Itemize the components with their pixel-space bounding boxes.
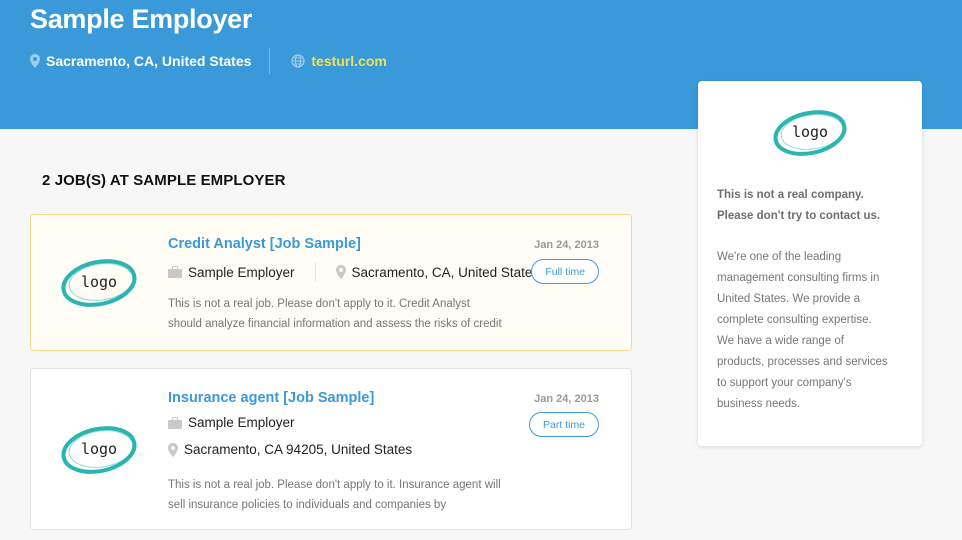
globe-icon	[291, 54, 305, 68]
job-date: Jan 24, 2013	[534, 239, 599, 251]
description-line: This is not a real job. Please don't app…	[168, 479, 501, 491]
logo-text: logo	[81, 440, 117, 458]
job-company: Sample Employer	[188, 415, 295, 430]
employer-meta: Sacramento, CA, United States testurl.co…	[30, 48, 387, 74]
disclaimer-line: This is not a real company.	[717, 189, 864, 201]
description-line: sell insurance policies to individuals a…	[168, 499, 447, 511]
briefcase-icon	[168, 266, 182, 278]
map-pin-icon	[30, 54, 40, 68]
job-description: This is not a real job. Please don't app…	[168, 294, 518, 334]
about-line: to support your company's	[717, 377, 852, 389]
description-line: should analyze financial information and…	[168, 318, 502, 330]
briefcase-icon	[168, 416, 182, 429]
job-company: Sample Employer	[188, 264, 295, 280]
map-pin-icon	[168, 442, 178, 457]
about-line: complete consulting expertise.	[717, 314, 872, 326]
job-title-link[interactable]: Credit Analyst [Job Sample]	[168, 236, 361, 252]
job-card[interactable]: logo Insurance agent [Job Sample] Jan 24…	[30, 368, 632, 530]
job-date: Jan 24, 2013	[534, 393, 599, 405]
logo-text: logo	[792, 123, 828, 141]
map-pin-icon	[335, 265, 346, 279]
job-type-badge: Full time	[531, 259, 599, 284]
job-meta: Sample Employer Sacramento, CA, United S…	[168, 262, 539, 282]
disclaimer-line: Please don't try to contact us.	[717, 210, 881, 222]
description-line: This is not a real job. Please don't app…	[168, 298, 470, 310]
meta-divider	[314, 262, 316, 282]
about-line: United States. We provide a	[717, 293, 860, 305]
about-line: management consulting firms in	[717, 272, 880, 284]
job-description: This is not a real job. Please don't app…	[168, 475, 518, 515]
meta-divider	[269, 48, 271, 74]
about-line: business needs.	[717, 398, 801, 410]
website-link[interactable]: testurl.com	[311, 53, 386, 69]
employer-location: Sacramento, CA, United States	[30, 53, 251, 69]
about-line: products, processes and services	[717, 356, 888, 368]
employer-website[interactable]: testurl.com	[291, 53, 387, 69]
company-logo: logo	[61, 259, 137, 307]
company-disclaimer: This is not a real company. Please don't…	[717, 185, 907, 227]
logo-text: logo	[81, 273, 117, 291]
company-logo: logo	[773, 110, 847, 156]
job-meta-company: Sample Employer	[168, 415, 295, 430]
job-type-badge: Part time	[528, 412, 599, 437]
about-line: We're one of the leading	[717, 251, 842, 263]
about-line: We have a wide range of	[717, 335, 845, 347]
job-location: Sacramento, CA 94205, United States	[184, 442, 413, 457]
company-sidebar: logo This is not a real company. Please …	[698, 81, 922, 446]
job-location: Sacramento, CA, United States	[351, 264, 540, 280]
jobs-heading: 2 JOB(S) AT SAMPLE EMPLOYER	[42, 172, 286, 189]
job-meta-location: Sacramento, CA 94205, United States	[168, 442, 412, 457]
company-about: We're one of the leading management cons…	[717, 247, 912, 415]
employer-location-text: Sacramento, CA, United States	[46, 53, 252, 69]
job-card[interactable]: logo Credit Analyst [Job Sample] Jan 24,…	[30, 214, 632, 351]
page-title: Sample Employer	[30, 4, 253, 34]
job-title-link[interactable]: Insurance agent [Job Sample]	[168, 390, 374, 406]
company-logo: logo	[61, 426, 137, 474]
